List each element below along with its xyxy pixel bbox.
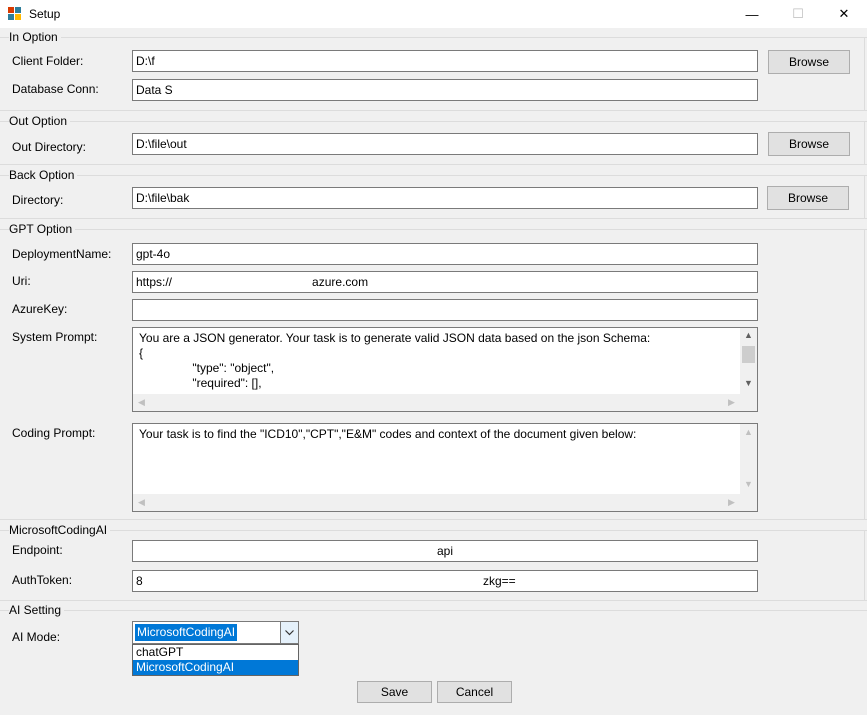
minimize-icon: — [745, 6, 759, 22]
group-divider [0, 530, 867, 531]
scroll-right-icon[interactable]: ▶ [723, 397, 740, 408]
auth-token-label: AuthToken: [12, 573, 73, 587]
app-icon [8, 7, 21, 20]
deployment-name-input[interactable]: gpt-4o [132, 243, 758, 265]
out-directory-label: Out Directory: [12, 140, 87, 154]
group-title-microsoft-coding-ai: MicrosoftCodingAI [9, 523, 111, 537]
horizontal-scrollbar[interactable]: ◀ ▶ [133, 494, 740, 511]
group-divider [0, 218, 867, 219]
auth-token-prefix: 8 [136, 574, 143, 588]
group-border [864, 37, 865, 110]
cancel-button[interactable]: Cancel [437, 681, 512, 703]
group-title-in-option: In Option [9, 30, 61, 44]
scroll-right-icon[interactable]: ▶ [723, 497, 740, 508]
minimize-button[interactable]: — [729, 0, 775, 28]
group-border [864, 121, 865, 164]
title-bar: Setup — ☐ ✕ [0, 0, 867, 28]
group-divider [0, 610, 867, 611]
ai-mode-option-microsoft-coding-ai[interactable]: MicrosoftCodingAI [133, 660, 298, 675]
group-divider [0, 164, 867, 165]
vertical-scrollbar[interactable]: ▲ ▼ [740, 328, 757, 394]
auth-token-suffix: zkg== [483, 574, 516, 588]
browse-client-folder-button[interactable]: Browse [768, 50, 850, 74]
scroll-left-icon[interactable]: ◀ [133, 497, 150, 508]
scroll-corner [740, 494, 757, 511]
system-prompt-label: System Prompt: [12, 330, 98, 344]
group-divider [0, 121, 867, 122]
scroll-left-icon[interactable]: ◀ [133, 397, 150, 408]
maximize-button[interactable]: ☐ [775, 0, 821, 28]
database-conn-label: Database Conn: [12, 82, 99, 96]
auth-token-input[interactable]: 8 zkg== [132, 570, 758, 592]
system-prompt-textarea[interactable]: You are a JSON generator. Your task is t… [132, 327, 758, 412]
window-title: Setup [29, 7, 61, 21]
maximize-icon: ☐ [792, 6, 804, 21]
ai-mode-option-chatgpt[interactable]: chatGPT [133, 645, 298, 660]
group-title-ai-setting: AI Setting [9, 603, 65, 617]
group-border [864, 175, 865, 218]
system-prompt-text: You are a JSON generator. Your task is t… [139, 331, 651, 390]
uri-label: Uri: [12, 274, 31, 288]
scroll-down-icon[interactable]: ▼ [740, 378, 757, 388]
group-border [864, 530, 865, 600]
scroll-thumb[interactable] [742, 346, 755, 363]
close-icon: ✕ [838, 6, 850, 21]
group-title-back-option: Back Option [9, 168, 78, 182]
scroll-up-icon[interactable]: ▲ [740, 330, 757, 340]
database-conn-input[interactable]: Data S [132, 79, 758, 101]
coding-prompt-label: Coding Prompt: [12, 426, 96, 440]
group-divider [0, 229, 867, 230]
ai-mode-select[interactable]: MicrosoftCodingAI [132, 621, 299, 644]
back-directory-input[interactable]: D:\file\bak [132, 187, 758, 209]
endpoint-label: Endpoint: [12, 543, 63, 557]
dropdown-button[interactable] [280, 622, 298, 643]
group-border [864, 229, 865, 519]
ai-mode-dropdown-list: chatGPT MicrosoftCodingAI [132, 644, 299, 676]
azure-key-label: AzureKey: [12, 302, 68, 316]
azure-key-input[interactable] [132, 299, 758, 321]
client-folder-input[interactable]: D:\f [132, 50, 758, 72]
endpoint-input[interactable]: api [132, 540, 758, 562]
group-divider [0, 519, 867, 520]
group-divider [0, 110, 867, 111]
coding-prompt-text: Your task is to find the "ICD10","CPT","… [139, 427, 637, 441]
scroll-corner [740, 394, 757, 411]
group-title-out-option: Out Option [9, 114, 71, 128]
chevron-down-icon [285, 629, 294, 635]
close-button[interactable]: ✕ [821, 0, 867, 28]
group-divider [0, 600, 867, 601]
ai-mode-label: AI Mode: [12, 630, 61, 644]
client-folder-label: Client Folder: [12, 54, 84, 68]
deployment-name-label: DeploymentName: [12, 247, 112, 261]
group-divider [0, 37, 867, 38]
ai-mode-selected-value: MicrosoftCodingAI [135, 624, 238, 641]
coding-prompt-textarea[interactable]: Your task is to find the "ICD10","CPT","… [132, 423, 758, 512]
save-button[interactable]: Save [357, 681, 432, 703]
group-title-gpt-option: GPT Option [9, 222, 76, 236]
browse-back-directory-button[interactable]: Browse [767, 186, 849, 210]
group-divider [0, 175, 867, 176]
horizontal-scrollbar[interactable]: ◀ ▶ [133, 394, 740, 411]
directory-label: Directory: [12, 193, 64, 207]
scroll-down-icon[interactable]: ▼ [740, 479, 757, 489]
vertical-scrollbar[interactable]: ▲ ▼ [740, 424, 757, 494]
scroll-up-icon[interactable]: ▲ [740, 427, 757, 437]
browse-out-directory-button[interactable]: Browse [768, 132, 850, 156]
out-directory-input[interactable]: D:\file\out [132, 133, 758, 155]
uri-input[interactable]: https:// azure.com [132, 271, 758, 293]
